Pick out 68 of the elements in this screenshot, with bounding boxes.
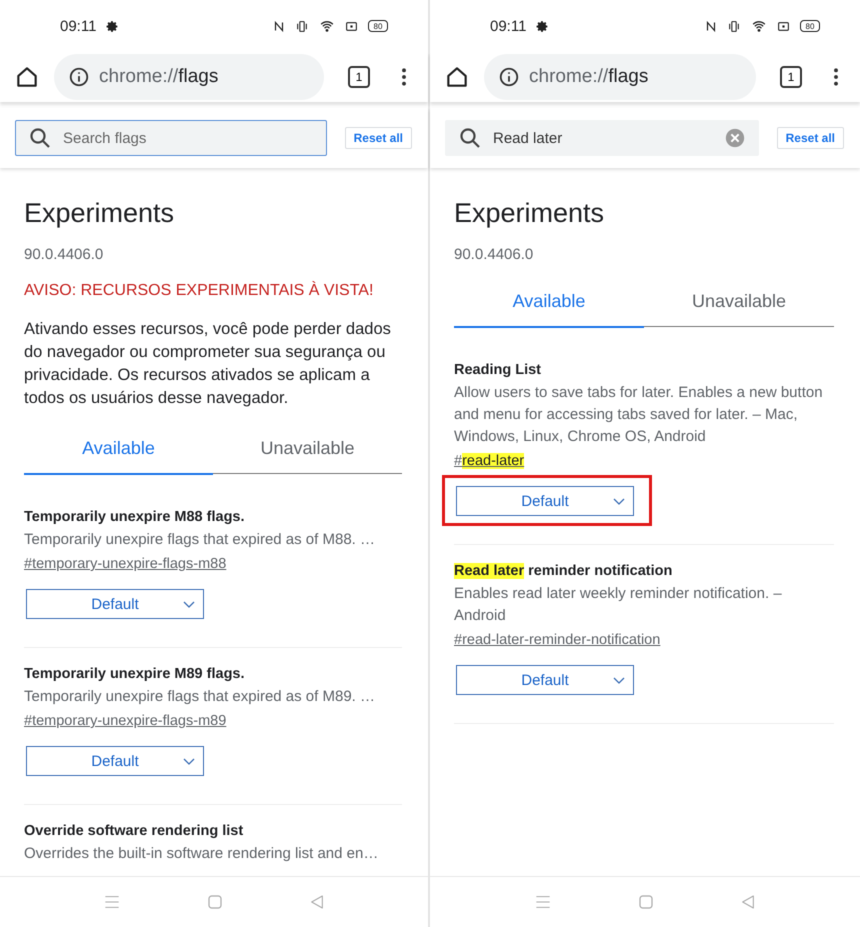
- status-time: 09:11: [60, 18, 96, 34]
- tab[interactable]: Unavailable: [213, 438, 402, 474]
- flag-description: Allow users to save tabs for later. Enables a new button and menu for accessing tabs saved for later. – Mac, Windows, Linux, Chrome OS, Android: [454, 383, 824, 447]
- warning-text: AVISO: RECURSOS EXPERIMENTAIS À VISTA!: [24, 282, 374, 300]
- gear-icon: [536, 20, 550, 32]
- flag-title: Override software rendering list: [24, 822, 244, 841]
- search-field[interactable]: Search flags: [61, 128, 314, 148]
- flag-description: Temporarily unexpire flags that expired as of M89. …: [24, 687, 376, 707]
- flag-link[interactable]: #read-later-reminder-notification: [454, 628, 660, 652]
- page-heading: Experiments: [24, 198, 176, 229]
- tab-count-button[interactable]: 1: [780, 66, 802, 88]
- flag-title: Reading List: [454, 361, 542, 380]
- screen-icon: [345, 20, 358, 32]
- search-box[interactable]: Read later: [445, 120, 759, 156]
- home-square-icon[interactable]: [207, 894, 223, 910]
- search-field[interactable]: Read later: [491, 128, 715, 148]
- flag-title: Temporarily unexpire M89 flags.: [24, 665, 246, 684]
- info-icon: [68, 66, 90, 88]
- tab[interactable]: Unavailable: [644, 291, 834, 327]
- state-dropdown[interactable]: Default: [26, 589, 204, 619]
- nfc-icon: [273, 20, 285, 32]
- menu-icon[interactable]: [534, 894, 552, 910]
- tab-count-button[interactable]: 1: [348, 66, 370, 88]
- flag-description: Enables read later weekly reminder notification. – Android: [454, 584, 783, 626]
- page-heading: Experiments: [454, 198, 606, 229]
- description-text: Ativando esses recursos, você pode perder dados do navegador ou comprometer sua segurança ou privacidade. Os recursos ativados se aplicam a todos os usuários desse navegador.: [24, 319, 392, 409]
- tab[interactable]: Available: [454, 291, 644, 328]
- chevron-icon: [613, 498, 625, 506]
- search-icon: [28, 126, 52, 150]
- vibrate-icon: [295, 20, 309, 32]
- menu-icon[interactable]: [103, 894, 121, 910]
- gear-icon: [106, 20, 120, 32]
- state-dropdown[interactable]: Default: [456, 665, 634, 695]
- clear-icon[interactable]: [724, 127, 746, 149]
- reset-all-button[interactable]: Reset all: [344, 127, 412, 149]
- nfc-icon: [705, 20, 717, 32]
- state-dropdown[interactable]: Default: [26, 746, 204, 776]
- flag-description: Temporarily unexpire flags that expired as of M88. …: [24, 530, 376, 550]
- wifi-icon: [751, 19, 767, 33]
- address-bar[interactable]: chrome://flags: [484, 54, 756, 100]
- url-text: chrome://flags: [99, 66, 218, 88]
- flag-description: Overrides the built-in software rendering list and en…: [24, 844, 380, 864]
- flag-link[interactable]: #temporary-unexpire-flags-m89: [24, 709, 226, 733]
- address-bar[interactable]: chrome://flags: [54, 54, 324, 100]
- tab[interactable]: Available: [24, 438, 213, 475]
- back-icon[interactable]: [740, 893, 756, 911]
- version-text: 90.0.4406.0: [454, 246, 534, 263]
- battery-indicator: 80: [800, 20, 820, 32]
- flag-link[interactable]: #temporary-unexpire-flags-m88: [24, 552, 226, 576]
- search-box[interactable]: Search flags: [15, 120, 327, 156]
- version-text: 90.0.4406.0: [24, 246, 104, 263]
- chevron-icon: [183, 758, 195, 766]
- flag-title: Read later reminder notification: [454, 562, 674, 581]
- screen-icon: [777, 20, 790, 32]
- state-dropdown[interactable]: Default: [456, 486, 634, 516]
- url-text: chrome://flags: [529, 66, 648, 88]
- battery-indicator: 80: [368, 20, 388, 32]
- search-icon: [458, 126, 482, 150]
- chevron-icon: [183, 601, 195, 609]
- home-square-icon[interactable]: [638, 894, 654, 910]
- flag-title: Temporarily unexpire M88 flags.: [24, 508, 246, 527]
- status-time: 09:11: [490, 18, 526, 34]
- back-icon[interactable]: [309, 893, 325, 911]
- reset-all-button[interactable]: Reset all: [776, 127, 844, 149]
- chevron-icon: [613, 677, 625, 685]
- wifi-icon: [319, 19, 335, 33]
- vibrate-icon: [727, 20, 741, 32]
- info-icon: [498, 66, 520, 88]
